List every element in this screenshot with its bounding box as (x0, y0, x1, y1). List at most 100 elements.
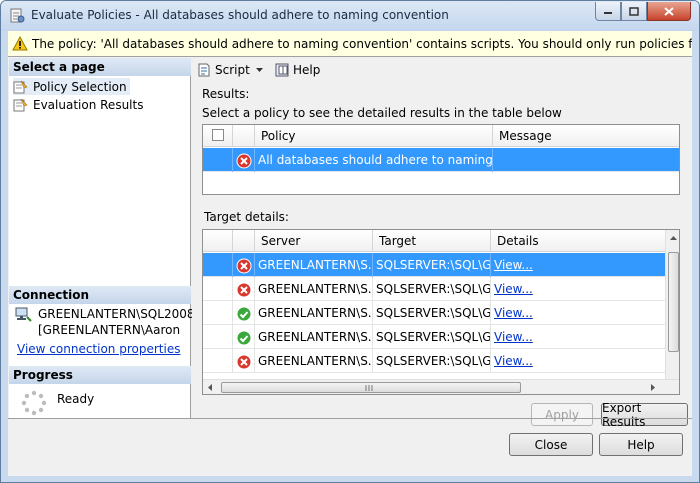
script-dropdown-button[interactable] (256, 68, 266, 72)
row-header-cell[interactable] (203, 253, 233, 277)
target-grid-header: Server Target Details (203, 230, 665, 252)
close-window-button[interactable] (647, 2, 691, 21)
toolbar: Script Help (192, 58, 692, 82)
view-details-link[interactable]: View... (494, 330, 533, 344)
status-column-header (233, 125, 255, 147)
grip-icon (365, 385, 373, 391)
server-cell: GREENLANTERN\S... (255, 325, 373, 349)
close-icon (664, 6, 674, 16)
target-cell: SQLSERVER:\SQL\G... (373, 325, 491, 349)
vertical-scrollbar[interactable] (665, 230, 679, 379)
target-row[interactable]: GREENLANTERN\S... SQLSERVER:\SQL\G... View… (203, 253, 665, 277)
error-status-icon (236, 354, 252, 370)
error-status-icon (236, 153, 252, 169)
row-header-cell[interactable] (203, 277, 233, 301)
maximize-icon (629, 6, 639, 16)
target-cell: SQLSERVER:\SQL\G... (373, 349, 491, 373)
details-cell: View... (491, 301, 665, 325)
row-status-cell (233, 325, 255, 349)
warning-icon (12, 36, 28, 51)
row-header-column (203, 230, 233, 252)
target-row[interactable]: GREENLANTERN\S... SQLSERVER:\SQL\G... View… (203, 301, 665, 325)
server-cell: GREENLANTERN\S... (255, 349, 373, 373)
export-results-button[interactable]: Export Results (601, 401, 688, 429)
policy-column-header[interactable]: Policy (255, 125, 493, 147)
server-column-header[interactable]: Server (255, 230, 373, 252)
apply-button[interactable]: Apply (531, 403, 593, 426)
help-button[interactable]: Help (274, 62, 320, 78)
results-instruction: Select a policy to see the detailed resu… (202, 106, 562, 120)
target-cell: SQLSERVER:\SQL\G... (373, 301, 491, 325)
message-column-header[interactable]: Message (493, 125, 679, 147)
progress-header: Progress (9, 366, 191, 384)
results-row[interactable]: All databases should adhere to naming co… (203, 148, 679, 172)
scroll-up-icon[interactable] (670, 236, 677, 240)
page-icon (13, 80, 28, 93)
vertical-scroll-thumb[interactable] (668, 252, 679, 352)
select-all-checkbox[interactable] (212, 129, 224, 141)
window-title: Evaluate Policies - All databases should… (31, 8, 449, 22)
page-policy-selection-label: Policy Selection (33, 79, 127, 94)
target-row[interactable]: GREENLANTERN\S... SQLSERVER:\SQL\G... View… (203, 349, 665, 373)
view-details-link[interactable]: View... (494, 306, 533, 320)
title-bar[interactable]: Evaluate Policies - All databases should… (1, 1, 699, 31)
script-icon (198, 63, 210, 77)
warning-text: The policy: 'All databases should adhere… (32, 37, 692, 51)
row-header-cell[interactable] (203, 349, 233, 373)
target-row[interactable]: GREENLANTERN\S... SQLSERVER:\SQL\G... View… (203, 277, 665, 301)
horizontal-scrollbar[interactable] (203, 379, 679, 394)
script-warning-bar: The policy: 'All databases should adhere… (8, 31, 692, 57)
connection-user: [GREENLANTERN\Aaron (38, 323, 181, 337)
row-checkbox-cell[interactable] (203, 148, 233, 172)
view-details-link[interactable]: View... (494, 258, 533, 272)
server-cell: GREENLANTERN\S... (255, 253, 373, 277)
row-status-cell (233, 148, 255, 172)
target-column-header[interactable]: Target (373, 230, 491, 252)
success-status-icon (236, 306, 252, 322)
progress-area: Ready (9, 384, 191, 418)
server-connection-icon (15, 307, 32, 322)
policy-app-icon (10, 8, 25, 23)
server-cell: GREENLANTERN\S... (255, 301, 373, 325)
results-grid[interactable]: Policy Message All databases should adhe… (202, 124, 680, 195)
page-policy-selection[interactable]: Policy Selection (13, 78, 130, 95)
horizontal-scroll-thumb[interactable] (221, 382, 521, 393)
connection-server: GREENLANTERN\SQL2008R2 (38, 307, 211, 321)
server-cell: GREENLANTERN\S... (255, 277, 373, 301)
target-details-grid[interactable]: Server Target Details GREENLANTERN\S... S… (202, 229, 680, 395)
view-connection-properties-link[interactable]: View connection properties (17, 342, 180, 356)
success-status-icon (236, 330, 252, 346)
chevron-down-icon (256, 68, 263, 72)
page-icon (13, 98, 28, 111)
content-pane: Script Help Results: Select a policy to … (192, 58, 692, 429)
scroll-right-icon[interactable] (651, 384, 655, 391)
details-cell: View... (491, 277, 665, 301)
row-header-cell[interactable] (203, 325, 233, 349)
page-evaluation-results[interactable]: Evaluation Results (13, 96, 143, 113)
details-cell: View... (491, 349, 665, 373)
row-status-cell (233, 277, 255, 301)
left-navigation-pane: Select a page Policy Selection Evaluatio… (9, 58, 210, 418)
help-icon (275, 63, 289, 77)
evaluate-policies-window: Evaluate Policies - All databases should… (0, 0, 700, 483)
progress-spinner-icon (21, 390, 47, 416)
details-column-header[interactable]: Details (491, 230, 665, 252)
target-cell: SQLSERVER:\SQL\G... (373, 277, 491, 301)
close-button[interactable]: Close (509, 433, 593, 456)
minimize-button[interactable] (595, 2, 621, 21)
dialog-client: The policy: 'All databases should adhere… (8, 31, 692, 476)
script-button[interactable]: Script (196, 62, 250, 78)
maximize-button[interactable] (621, 2, 647, 21)
target-row[interactable]: GREENLANTERN\S... SQLSERVER:\SQL\G... View… (203, 325, 665, 349)
view-details-link[interactable]: View... (494, 354, 533, 368)
scroll-left-icon[interactable] (208, 384, 212, 391)
target-details-label: Target details: (204, 210, 289, 224)
row-header-cell[interactable] (203, 301, 233, 325)
help-dialog-button[interactable]: Help (599, 433, 683, 456)
status-column-header (233, 230, 255, 252)
details-cell: View... (491, 325, 665, 349)
view-details-link[interactable]: View... (494, 282, 533, 296)
page-evaluation-results-label: Evaluation Results (33, 97, 144, 112)
policy-cell: All databases should adhere to naming co… (255, 148, 493, 172)
select-all-column[interactable] (203, 125, 233, 147)
